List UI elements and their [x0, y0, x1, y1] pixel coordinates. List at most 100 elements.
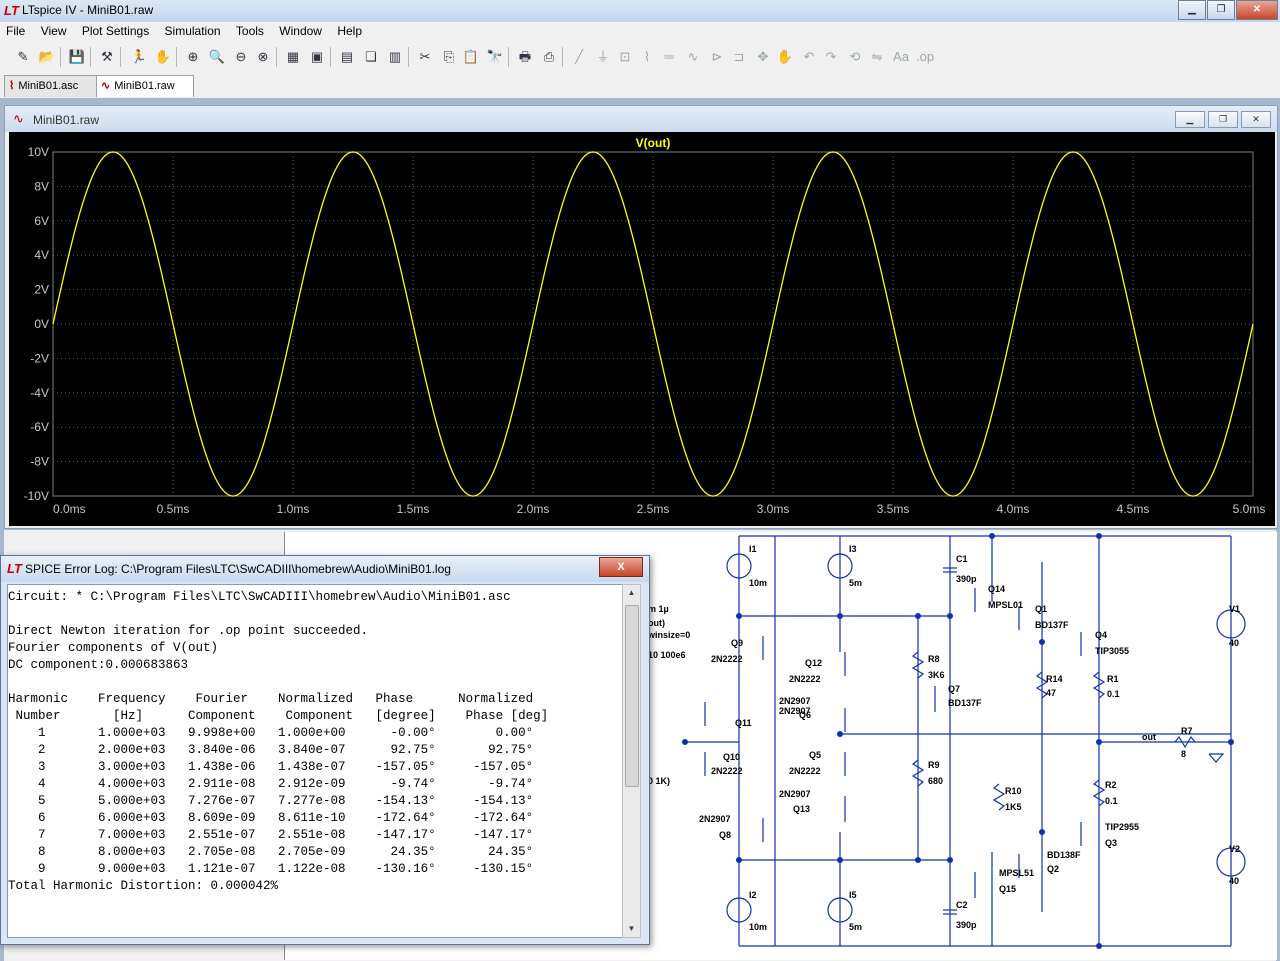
menu-simulation[interactable]: Simulation [159, 22, 227, 38]
y-tick-label: -2V [30, 351, 49, 365]
minimize-button[interactable]: ▁ [1178, 0, 1206, 20]
component-icon[interactable]: ⊐ [730, 48, 748, 66]
schematic-icon: ⌇ [9, 80, 15, 92]
menu-view[interactable]: View [35, 22, 73, 38]
copy-icon[interactable]: ⎘ [440, 48, 458, 66]
schematic-label: 2N2222 [789, 674, 821, 684]
open-icon[interactable]: 📂 [38, 48, 56, 66]
tab-waveform[interactable]: ∿ MiniB01.raw [96, 75, 194, 97]
pan-icon[interactable]: ✋ [154, 48, 172, 66]
zoom-in-icon[interactable]: ⊕ [184, 48, 202, 66]
tile-vertical-icon[interactable]: ▥ [386, 48, 404, 66]
waveform-window-caption: ∿ MiniB01.raw ▁ ❐ ✕ [5, 106, 1277, 132]
schematic-label: 390p [956, 574, 977, 584]
log-line: Direct Newton iteration for .op point su… [8, 624, 369, 638]
x-tick-label: 4.5ms [1117, 502, 1150, 516]
schematic-label: winsize=0 [647, 630, 690, 640]
resistor-icon[interactable]: ⌇ [638, 48, 656, 66]
mdi-minimize-button[interactable]: ▁ [1175, 111, 1205, 128]
scroll-down-icon[interactable]: ▼ [623, 921, 640, 937]
log-text: Circuit: * C:\Program Files\LTC\SwCADIII… [8, 585, 622, 895]
schematic-label: Q9 [731, 638, 743, 648]
redo-icon[interactable]: ↷ [822, 48, 840, 66]
spice-error-log-window: LT SPICE Error Log: C:\Program Files\LTC… [0, 555, 650, 945]
scroll-thumb[interactable] [625, 605, 639, 787]
paste-icon[interactable]: 📋 [462, 48, 480, 66]
y-tick-label: 6V [34, 214, 49, 228]
waveform-icon: ∿ [13, 111, 24, 126]
log-line: 2 2.000e+03 3.840e-06 3.840e-07 92.75° 9… [8, 743, 534, 757]
run-icon[interactable]: 🏃 [130, 48, 148, 66]
schematic-label: R8 [928, 654, 940, 664]
x-tick-label: 1.0ms [277, 502, 310, 516]
schematic-label: out) [648, 618, 665, 628]
zoom-out-icon[interactable]: ⊖ [232, 48, 250, 66]
control-panel-icon[interactable]: ⚒ [98, 48, 116, 66]
log-line: Harmonic Frequency Fourier Normalized Ph… [8, 692, 534, 706]
autorange-icon[interactable]: ▦ [284, 48, 302, 66]
inductor-icon[interactable]: ∿ [684, 48, 702, 66]
mirror-icon[interactable]: ⇋ [868, 48, 886, 66]
restore-button[interactable]: ❐ [1207, 0, 1235, 20]
toolbar: ✎ 📂 💾 ⚒ 🏃 ✋ ⊕ 🔍 ⊖ ⊗ ▦ ▣ ▤ ❏ ▥ ✂ ⎘ 📋 🔭 🖶 … [0, 42, 1280, 73]
undo-icon[interactable]: ↶ [800, 48, 818, 66]
log-scrollbar[interactable]: ▲ ▼ [622, 584, 641, 938]
mdi-restore-button[interactable]: ❐ [1208, 111, 1238, 128]
menu-tools[interactable]: Tools [230, 22, 270, 38]
schematic-label: 0 1K) [648, 776, 670, 786]
tile-horizontal-icon[interactable]: ▤ [338, 48, 356, 66]
print-icon[interactable]: ⎙ [540, 48, 558, 66]
menu-bar: File View Plot Settings Simulation Tools… [0, 22, 1280, 42]
text-icon[interactable]: Aa [892, 48, 910, 66]
print-setup-icon[interactable]: 🖶 [516, 48, 534, 66]
log-close-button[interactable]: X [599, 557, 643, 577]
window-titlebar: LT LTspice IV - MiniB01.raw ▁ ❐ ✕ [0, 0, 1280, 23]
schematic-label: R2 [1105, 780, 1117, 790]
waveform-icon: ∿ [101, 80, 111, 92]
plot-area[interactable]: 0.0ms 0.5ms 1.0ms 1.5ms 2.0ms 2.5ms 3.0ms 3.5ms… [9, 132, 1275, 526]
scroll-up-icon[interactable]: ▲ [623, 585, 640, 601]
log-text-area[interactable]: Circuit: * C:\Program Files\LTC\SwCADIII… [7, 584, 623, 938]
cut-icon[interactable]: ✂ [416, 48, 434, 66]
schematic-label: 2N2222 [711, 654, 743, 664]
tab-schematic[interactable]: ⌇ MiniB01.asc [4, 75, 102, 97]
menu-plot-settings[interactable]: Plot Settings [76, 22, 155, 38]
log-line: 5 5.000e+03 7.276e-07 7.277e-08 -154.13°… [8, 794, 534, 808]
fit-icon[interactable]: ▣ [308, 48, 326, 66]
log-line: 6 6.000e+03 8.609e-09 8.611e-10 -172.64°… [8, 811, 534, 825]
move-icon[interactable]: ✥ [754, 48, 772, 66]
log-line: 3 3.000e+03 1.438e-06 1.438e-07 -157.05°… [8, 760, 534, 774]
schematic-label: 2N2222 [711, 766, 743, 776]
rotate-icon[interactable]: ⟲ [846, 48, 864, 66]
schematic-label: R10 [1005, 786, 1022, 796]
zoom-area-icon[interactable]: 🔍 [208, 48, 226, 66]
schematic-label: BD137F [948, 698, 982, 708]
label-net-icon[interactable]: ⊡ [616, 48, 634, 66]
capacitor-icon[interactable]: ═ [660, 48, 678, 66]
menu-file[interactable]: File [0, 22, 31, 38]
menu-help[interactable]: Help [331, 22, 368, 38]
schematic-label: Q3 [1105, 838, 1117, 848]
close-button[interactable]: ✕ [1236, 0, 1278, 20]
schematic-label: Q12 [805, 658, 822, 668]
mdi-close-button[interactable]: ✕ [1241, 111, 1271, 128]
waveform-chart: 0.0ms 0.5ms 1.0ms 1.5ms 2.0ms 2.5ms 3.0ms 3.5ms… [24, 136, 1266, 516]
diode-icon[interactable]: ⊳ [708, 48, 726, 66]
schematic-label: m 1µ [648, 604, 669, 614]
schematic-label: Q1 [1035, 604, 1047, 614]
wire-icon[interactable]: ╱ [570, 48, 588, 66]
drag-icon[interactable]: ✋ [776, 48, 794, 66]
ground-icon[interactable]: ⏚ [594, 48, 612, 66]
new-schematic-icon[interactable]: ✎ [14, 48, 32, 66]
spice-directive-icon[interactable]: .op [916, 48, 934, 66]
find-icon[interactable]: 🔭 [486, 48, 504, 66]
schematic-label: TIP2955 [1105, 822, 1139, 832]
cascade-icon[interactable]: ❏ [362, 48, 380, 66]
y-tick-label: 0V [34, 317, 49, 331]
zoom-cancel-icon[interactable]: ⊗ [254, 48, 272, 66]
schematic-label: Q13 [793, 804, 810, 814]
menu-window[interactable]: Window [273, 22, 328, 38]
save-icon[interactable]: 💾 [68, 48, 86, 66]
schematic-label: 0.1 [1105, 796, 1118, 806]
schematic-label: 10m [749, 922, 767, 932]
